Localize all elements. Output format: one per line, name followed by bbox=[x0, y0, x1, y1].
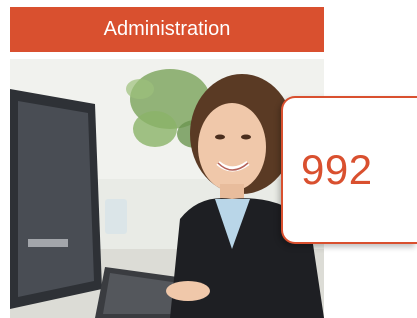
stat-callout: 992 bbox=[281, 96, 417, 244]
banner-title: Administration bbox=[103, 18, 231, 40]
admin-card[interactable]: Administration bbox=[10, 7, 324, 318]
office-photo bbox=[10, 59, 324, 318]
monitor-graphic bbox=[10, 89, 102, 309]
stat-value: 992 bbox=[301, 146, 373, 193]
category-banner: Administration bbox=[10, 7, 324, 52]
